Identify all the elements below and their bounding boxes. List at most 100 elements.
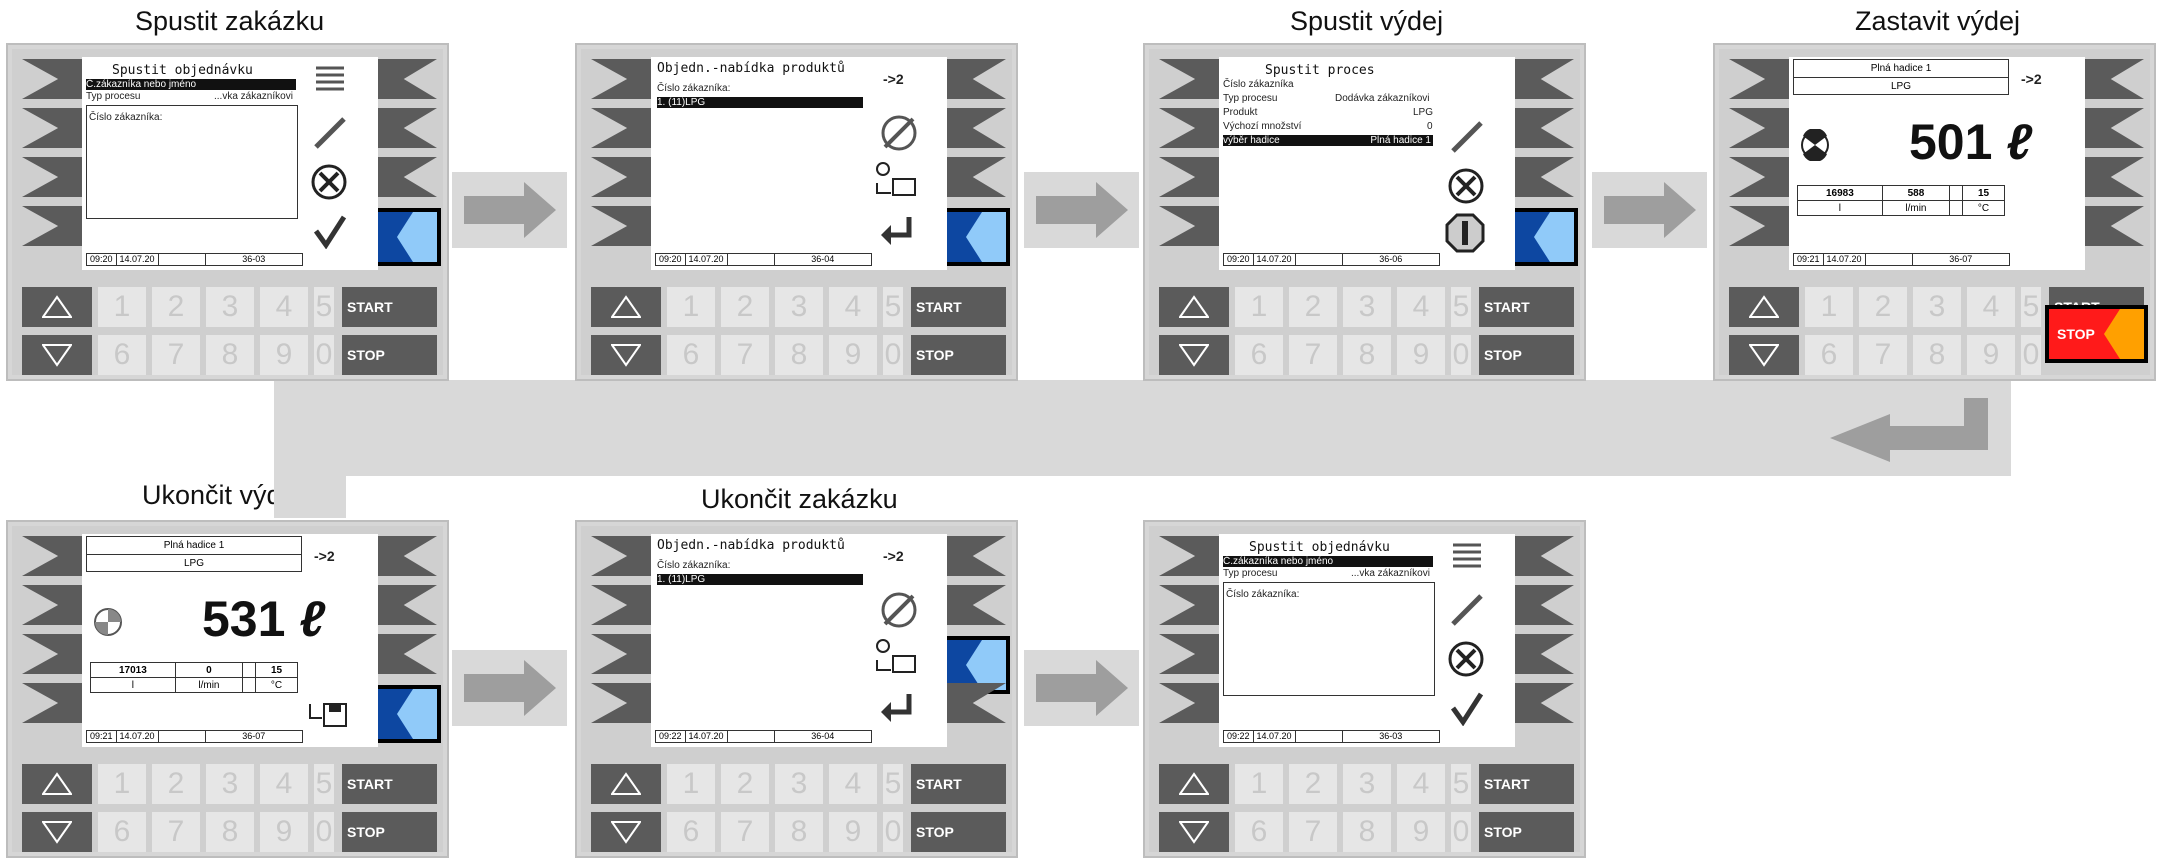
key-1[interactable]: 1 bbox=[667, 764, 715, 804]
key-7[interactable]: 7 bbox=[721, 812, 769, 852]
key-5[interactable]: 5 bbox=[883, 764, 903, 804]
arrow-down-key[interactable] bbox=[22, 812, 92, 852]
key-8[interactable]: 8 bbox=[775, 335, 823, 375]
key-0[interactable]: 0 bbox=[1451, 335, 1471, 375]
key-1[interactable]: 1 bbox=[1235, 764, 1283, 804]
key-0[interactable]: 0 bbox=[2021, 335, 2041, 375]
stop-button-highlighted[interactable]: STOP bbox=[2045, 305, 2148, 363]
key-8[interactable]: 8 bbox=[1343, 812, 1391, 852]
key-6[interactable]: 6 bbox=[1805, 335, 1853, 375]
key-2[interactable]: 2 bbox=[152, 764, 200, 804]
start-button[interactable]: START bbox=[911, 287, 1006, 327]
hose-selection-row[interactable]: výběr hadice Plná hadice 1 bbox=[1223, 135, 1433, 146]
arrow-down-key[interactable] bbox=[22, 335, 92, 375]
key-7[interactable]: 7 bbox=[1859, 335, 1907, 375]
key-3[interactable]: 3 bbox=[775, 764, 823, 804]
start-button[interactable]: START bbox=[1479, 764, 1574, 804]
key-5[interactable]: 5 bbox=[1451, 287, 1471, 327]
key-1[interactable]: 1 bbox=[1805, 287, 1853, 327]
key-9[interactable]: 9 bbox=[829, 335, 877, 375]
key-8[interactable]: 8 bbox=[1343, 335, 1391, 375]
product-list-item[interactable]: 1. (11)LPG bbox=[657, 97, 863, 108]
stop-button[interactable]: STOP bbox=[911, 335, 1006, 375]
key-4[interactable]: 4 bbox=[1397, 287, 1445, 327]
arrow-up-key[interactable] bbox=[591, 287, 661, 327]
start-button[interactable]: START bbox=[911, 764, 1006, 804]
arrow-up-key[interactable] bbox=[1159, 287, 1229, 327]
arrow-down-key[interactable] bbox=[1159, 812, 1229, 852]
key-6[interactable]: 6 bbox=[1235, 335, 1283, 375]
key-3[interactable]: 3 bbox=[1913, 287, 1961, 327]
key-5[interactable]: 5 bbox=[2021, 287, 2041, 327]
key-3[interactable]: 3 bbox=[206, 764, 254, 804]
key-7[interactable]: 7 bbox=[152, 812, 200, 852]
arrow-up-key[interactable] bbox=[22, 287, 92, 327]
key-2[interactable]: 2 bbox=[152, 287, 200, 327]
key-0[interactable]: 0 bbox=[883, 335, 903, 375]
key-9[interactable]: 9 bbox=[1397, 335, 1445, 375]
key-1[interactable]: 1 bbox=[98, 287, 146, 327]
arrow-down-key[interactable] bbox=[1729, 335, 1799, 375]
key-8[interactable]: 8 bbox=[206, 812, 254, 852]
start-button[interactable]: START bbox=[342, 287, 437, 327]
start-button[interactable]: START bbox=[342, 764, 437, 804]
start-button[interactable]: START bbox=[1479, 287, 1574, 327]
product-list-item[interactable]: 1. (11)LPG bbox=[657, 574, 863, 585]
customer-search-row[interactable]: Č.zákazníka nebo jméno bbox=[86, 79, 296, 90]
stop-button[interactable]: STOP bbox=[342, 812, 437, 852]
key-5[interactable]: 5 bbox=[314, 287, 334, 327]
key-4[interactable]: 4 bbox=[260, 287, 308, 327]
key-6[interactable]: 6 bbox=[98, 812, 146, 852]
key-4[interactable]: 4 bbox=[829, 287, 877, 327]
key-8[interactable]: 8 bbox=[206, 335, 254, 375]
key-2[interactable]: 2 bbox=[1289, 287, 1337, 327]
key-9[interactable]: 9 bbox=[260, 812, 308, 852]
key-8[interactable]: 8 bbox=[775, 812, 823, 852]
key-3[interactable]: 3 bbox=[1343, 287, 1391, 327]
arrow-up-key[interactable] bbox=[1159, 764, 1229, 804]
key-4[interactable]: 4 bbox=[829, 764, 877, 804]
key-2[interactable]: 2 bbox=[1289, 764, 1337, 804]
key-6[interactable]: 6 bbox=[667, 335, 715, 375]
arrow-down-key[interactable] bbox=[1159, 335, 1229, 375]
key-2[interactable]: 2 bbox=[721, 287, 769, 327]
key-7[interactable]: 7 bbox=[1289, 335, 1337, 375]
arrow-up-key[interactable] bbox=[591, 764, 661, 804]
key-1[interactable]: 1 bbox=[98, 764, 146, 804]
arrow-down-key[interactable] bbox=[591, 335, 661, 375]
key-7[interactable]: 7 bbox=[721, 335, 769, 375]
key-6[interactable]: 6 bbox=[98, 335, 146, 375]
stop-button[interactable]: STOP bbox=[911, 812, 1006, 852]
key-0[interactable]: 0 bbox=[314, 812, 334, 852]
key-1[interactable]: 1 bbox=[667, 287, 715, 327]
stop-button[interactable]: STOP bbox=[342, 335, 437, 375]
key-5[interactable]: 5 bbox=[883, 287, 903, 327]
key-0[interactable]: 0 bbox=[1451, 812, 1471, 852]
key-4[interactable]: 4 bbox=[260, 764, 308, 804]
key-7[interactable]: 7 bbox=[1289, 812, 1337, 852]
key-9[interactable]: 9 bbox=[1397, 812, 1445, 852]
key-6[interactable]: 6 bbox=[667, 812, 715, 852]
key-9[interactable]: 9 bbox=[260, 335, 308, 375]
key-4[interactable]: 4 bbox=[1967, 287, 2015, 327]
stop-button[interactable]: STOP bbox=[1479, 335, 1574, 375]
key-3[interactable]: 3 bbox=[775, 287, 823, 327]
key-4[interactable]: 4 bbox=[1397, 764, 1445, 804]
key-5[interactable]: 5 bbox=[1451, 764, 1471, 804]
key-3[interactable]: 3 bbox=[1343, 764, 1391, 804]
key-7[interactable]: 7 bbox=[152, 335, 200, 375]
arrow-up-key[interactable] bbox=[1729, 287, 1799, 327]
key-2[interactable]: 2 bbox=[1859, 287, 1907, 327]
stop-button[interactable]: STOP bbox=[1479, 812, 1574, 852]
key-2[interactable]: 2 bbox=[721, 764, 769, 804]
key-0[interactable]: 0 bbox=[883, 812, 903, 852]
arrow-down-key[interactable] bbox=[591, 812, 661, 852]
key-8[interactable]: 8 bbox=[1913, 335, 1961, 375]
arrow-up-key[interactable] bbox=[22, 764, 92, 804]
key-9[interactable]: 9 bbox=[829, 812, 877, 852]
customer-search-row[interactable]: Č.zákazníka nebo jméno bbox=[1223, 556, 1433, 567]
key-1[interactable]: 1 bbox=[1235, 287, 1283, 327]
key-0[interactable]: 0 bbox=[314, 335, 334, 375]
key-5[interactable]: 5 bbox=[314, 764, 334, 804]
key-9[interactable]: 9 bbox=[1967, 335, 2015, 375]
